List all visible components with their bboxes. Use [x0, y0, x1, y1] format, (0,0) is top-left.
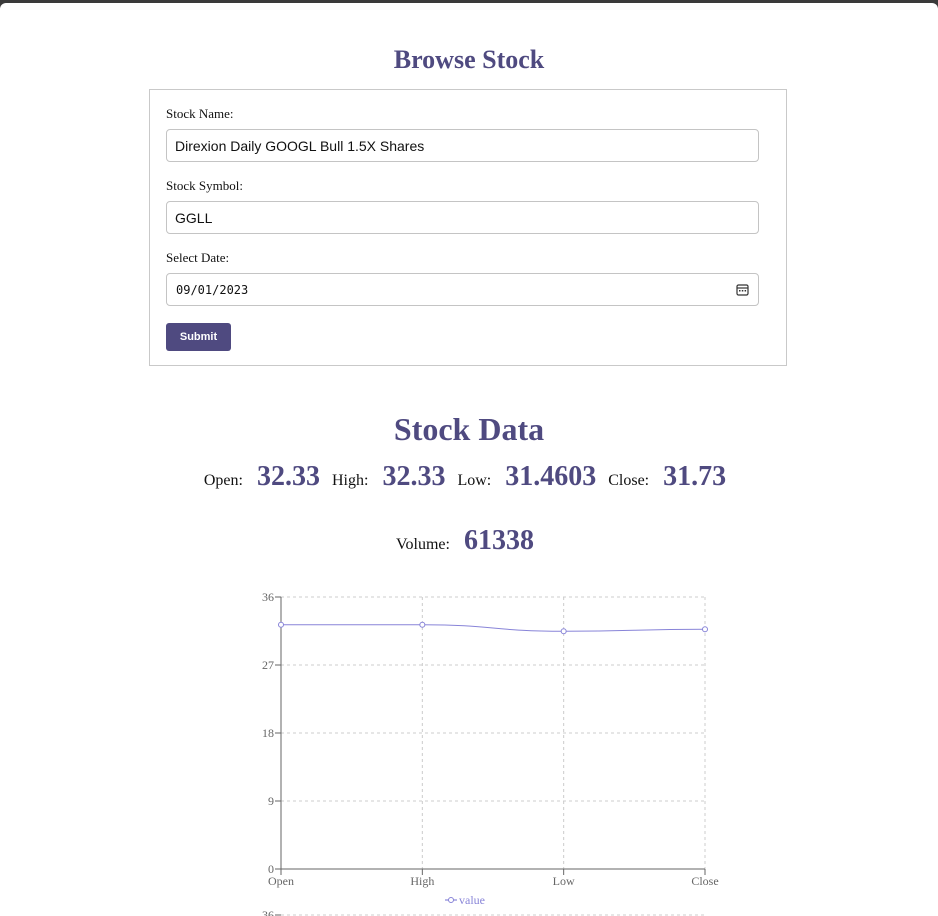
y-tick-label: 9: [268, 794, 274, 808]
open-label: Open:: [203, 472, 243, 489]
volume-value: 61338: [463, 525, 534, 556]
stock-name-input[interactable]: [166, 129, 759, 162]
browse-stock-form: Stock Name: Stock Symbol: Select Date: 0…: [149, 89, 787, 366]
date-input[interactable]: 09/01/2023: [166, 273, 759, 306]
stock-name-label: Stock Name:: [166, 106, 234, 121]
x-tick-label: High: [410, 874, 434, 888]
date-value: 09/01/2023: [176, 283, 249, 297]
x-tick-label: Close: [691, 874, 718, 888]
high-label: High:: [331, 472, 369, 489]
stock-symbol-input[interactable]: [166, 201, 759, 234]
data-point: [278, 621, 284, 628]
stock-data-title: Stock Data: [393, 411, 545, 447]
stock-symbol-label: Stock Symbol:: [166, 178, 243, 193]
x-tick-label: Open: [268, 874, 294, 888]
date-label: Select Date:: [166, 250, 230, 265]
page-title: Browse Stock: [393, 45, 545, 74]
app-window: Browse Stock Stock Name: Stock Symbol: S…: [0, 3, 938, 916]
close-label: Close:: [608, 472, 650, 489]
y-tick-label: 36: [262, 590, 274, 604]
second-chart-tick-label: 36: [262, 908, 274, 916]
high-value: 32.33: [382, 461, 446, 492]
y-tick-label: 18: [262, 726, 274, 740]
x-tick-label: Low: [553, 874, 575, 888]
data-point: [702, 626, 708, 633]
open-value: 32.33: [256, 461, 320, 492]
y-tick-label: 0: [268, 862, 274, 876]
low-value: 31.4603: [505, 461, 597, 492]
data-point: [419, 621, 426, 628]
y-tick-label: 27: [262, 658, 274, 672]
volume-stats: Volume: 61338: [0, 525, 938, 557]
close-value: 31.73: [663, 461, 727, 492]
calendar-icon[interactable]: [736, 283, 749, 296]
volume-label: Volume:: [396, 536, 450, 553]
ohlc-stats: Open: 32.33 High: 32.33 Low: 31.4603 Clo…: [0, 461, 938, 493]
legend-label: value: [459, 893, 485, 907]
submit-button[interactable]: Submit: [166, 323, 231, 351]
legend-marker-icon: [448, 897, 454, 903]
series-line: [281, 624, 706, 632]
data-point: [560, 628, 567, 635]
low-label: Low:: [457, 472, 492, 489]
